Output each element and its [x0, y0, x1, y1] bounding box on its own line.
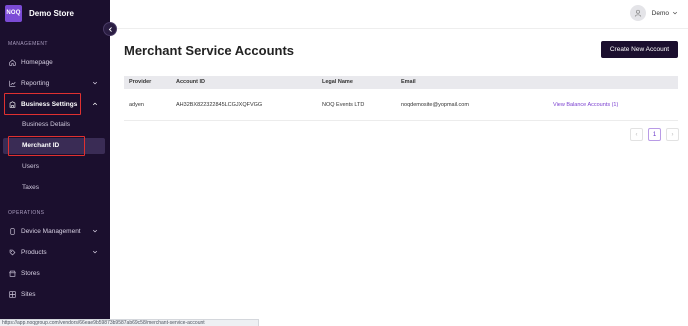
sidebar: NOQ Demo Store MANAGEMENT Homepage Repor…: [0, 0, 110, 326]
home-icon: [8, 58, 16, 66]
brand-logo: NOQ: [5, 4, 22, 22]
sidebar-item-label: Homepage: [21, 58, 53, 66]
pagination-next-button[interactable]: ›: [666, 128, 679, 141]
user-name: Demo: [651, 9, 669, 17]
sidebar-item-label: Device Management: [21, 227, 81, 235]
store-name: Demo Store: [29, 8, 74, 18]
cell-legal-name: NOQ Events LTD: [322, 102, 365, 108]
cell-provider: adyen: [129, 102, 144, 108]
create-new-account-button[interactable]: Create New Account: [601, 41, 678, 58]
page-title: Merchant Service Accounts: [124, 43, 295, 58]
column-header-legal-name: Legal Name: [322, 79, 353, 85]
cell-account-id: AH32BX822322845LCGJXQFVGG: [176, 102, 263, 108]
table-header: Provider Account ID Legal Name Email: [124, 76, 678, 89]
sidebar-subitem-taxes[interactable]: Taxes: [22, 184, 39, 191]
highlight-box-merchant-id: [8, 136, 85, 156]
sidebar-item-label: Products: [21, 248, 47, 256]
user-icon: [634, 9, 641, 17]
chevron-down-icon: [672, 11, 678, 15]
sidebar-item-device-management[interactable]: Device Management: [8, 225, 102, 237]
sidebar-item-label: Reporting: [21, 79, 50, 87]
chevron-down-icon: [92, 228, 98, 234]
chevron-left-icon: [108, 26, 112, 32]
table-row: adyen AH32BX822322845LCGJXQFVGG NOQ Even…: [124, 89, 678, 121]
app-root: NOQ Demo Store MANAGEMENT Homepage Repor…: [0, 0, 688, 326]
column-header-provider: Provider: [129, 79, 152, 85]
section-title-operations: OPERATIONS: [8, 210, 45, 216]
header-divider: [110, 28, 688, 29]
brand[interactable]: NOQ Demo Store: [5, 4, 74, 22]
pagination-prev-button[interactable]: ‹: [630, 128, 643, 141]
device-icon: [8, 227, 16, 235]
column-header-account-id: Account ID: [176, 79, 206, 85]
sidebar-item-reporting[interactable]: Reporting: [8, 77, 102, 89]
sidebar-item-homepage[interactable]: Homepage: [8, 56, 102, 68]
tag-icon: [8, 248, 16, 256]
chart-icon: [8, 79, 16, 87]
sidebar-item-products[interactable]: Products: [8, 246, 102, 258]
sidebar-subitem-business-details[interactable]: Business Details: [22, 121, 70, 128]
sidebar-item-stores[interactable]: Stores: [8, 267, 102, 279]
user-menu[interactable]: Demo: [629, 5, 678, 21]
column-header-email: Email: [401, 79, 416, 85]
sidebar-item-sites[interactable]: Sites: [8, 288, 102, 300]
grid-icon: [8, 290, 16, 298]
pagination: ‹ 1 ›: [630, 128, 679, 141]
sidebar-item-label: Stores: [21, 269, 40, 277]
avatar: [629, 5, 646, 21]
chevron-up-icon: [92, 101, 98, 107]
section-title-management: MANAGEMENT: [8, 41, 48, 47]
sidebar-subitem-users[interactable]: Users: [22, 163, 39, 170]
chevron-down-icon: [92, 249, 98, 255]
cell-email: noqdemosite@yopmail.com: [401, 102, 469, 108]
store-icon: [8, 269, 16, 277]
highlight-box-business-settings: [4, 93, 81, 115]
sidebar-collapse-button[interactable]: [103, 22, 117, 36]
sidebar-item-label: Sites: [21, 290, 36, 298]
view-balance-accounts-link[interactable]: View Balance Accounts (1): [553, 89, 618, 121]
status-bar-url: https://app.noqgroup.com/vendors/66eae9b…: [0, 319, 259, 326]
pagination-page-1[interactable]: 1: [648, 128, 661, 141]
chevron-down-icon: [92, 80, 98, 86]
